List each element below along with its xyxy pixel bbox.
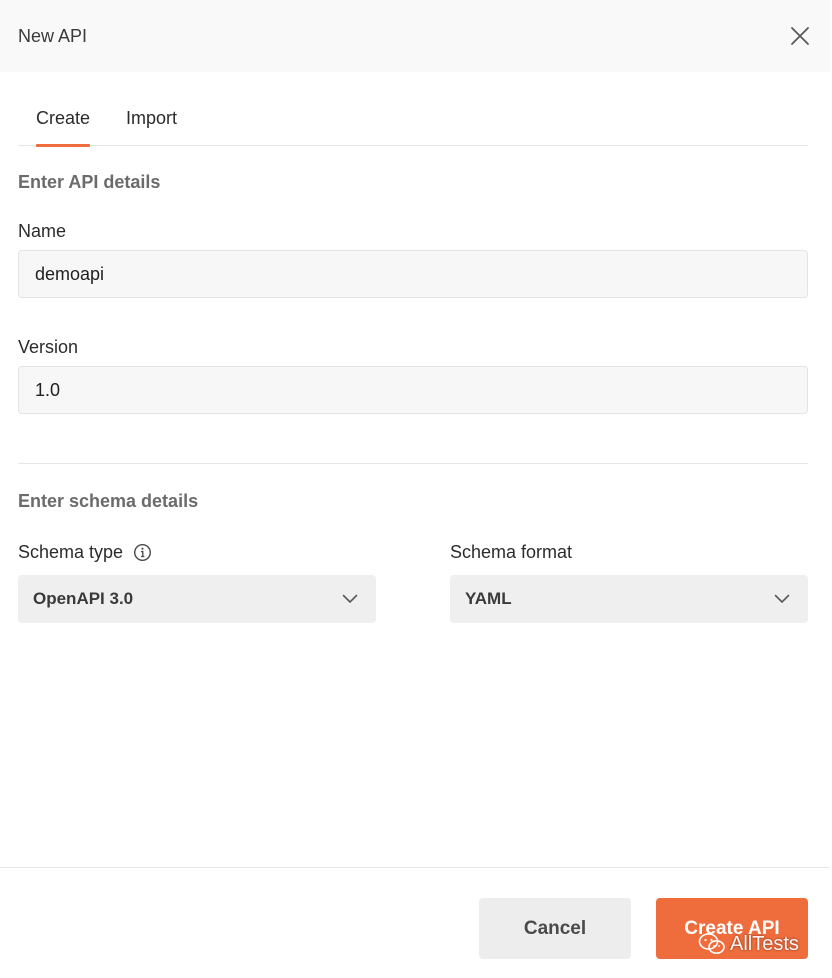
version-label: Version [18, 337, 79, 357]
new-api-dialog: New API Create Import Enter API details … [0, 0, 832, 978]
schema-format-label-group: Schema format [450, 542, 572, 563]
chevron-down-icon [342, 594, 358, 603]
tab-bar: Create Import [18, 100, 808, 147]
dialog-header: New API [0, 0, 830, 72]
footer-divider [0, 867, 830, 868]
name-label: Name [18, 221, 67, 241]
schema-type-label: Schema type [18, 542, 124, 562]
close-button[interactable] [788, 24, 812, 48]
schema-type-label-group: Schema type [18, 542, 152, 563]
close-icon [791, 27, 809, 45]
name-input[interactable] [18, 250, 808, 298]
schema-format-select[interactable]: YAML [450, 575, 808, 623]
tab-create[interactable]: Create [18, 100, 108, 147]
section-divider [18, 463, 808, 464]
create-api-button[interactable]: Create API [656, 898, 808, 959]
dialog-title: New API [18, 25, 88, 46]
api-details-heading: Enter API details [18, 172, 161, 192]
schema-format-value: YAML [465, 589, 512, 608]
schema-type-select[interactable]: OpenAPI 3.0 [18, 575, 376, 623]
schema-format-label: Schema format [450, 542, 573, 562]
chevron-down-icon [774, 594, 790, 603]
schema-details-heading: Enter schema details [18, 491, 199, 511]
tab-import[interactable]: Import [108, 100, 195, 146]
version-input[interactable] [18, 366, 808, 414]
info-icon[interactable] [133, 543, 152, 562]
cancel-button[interactable]: Cancel [479, 898, 631, 959]
schema-type-value: OpenAPI 3.0 [33, 589, 134, 608]
